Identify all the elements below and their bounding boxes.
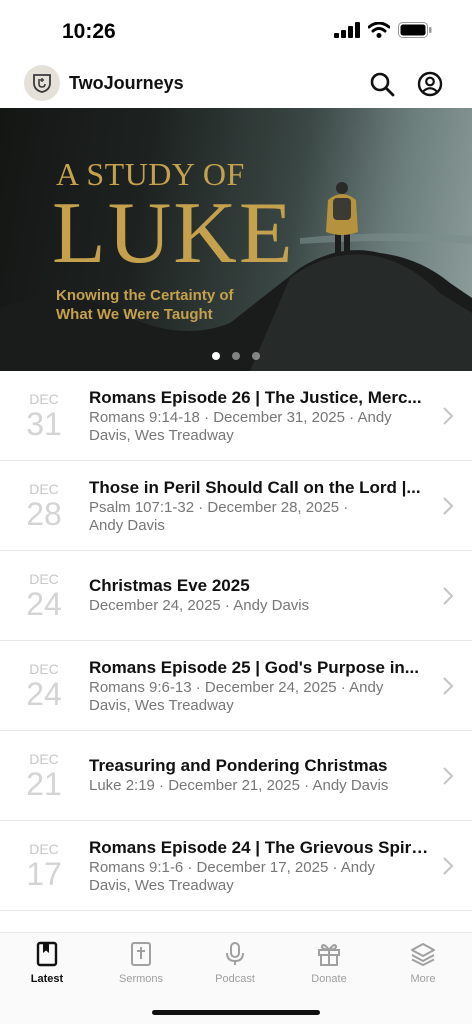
carousel-dot-3[interactable]: [252, 352, 260, 360]
sermon-title: Romans Episode 25 | God's Purpose in...: [89, 658, 419, 677]
sermon-row[interactable]: DEC 31 Romans Episode 26 | The Justice, …: [0, 371, 472, 461]
sermon-subtitle: Romans 9:14-18 · December 31, 2025 · And…: [89, 409, 392, 444]
tab-label: Latest: [30, 973, 64, 985]
tab-label: Donate: [311, 973, 347, 985]
sermon-subtitle: December 24, 2025 · Andy Davis: [89, 597, 310, 614]
cellular-signal-icon: [334, 22, 360, 38]
sermon-title: Romans Episode 26 | The Justice, Merc...: [89, 388, 422, 407]
date-month: DEC: [29, 751, 59, 767]
date-month: DEC: [29, 661, 59, 677]
sermon-subtitle: Romans 9:1-6 · December 17, 2025 · Andy …: [89, 859, 375, 894]
date-day: 28: [26, 496, 62, 532]
tab-label: More: [410, 973, 436, 985]
chevron-right-icon: [443, 857, 454, 875]
sermon-row[interactable]: DEC 28 Those in Peril Should Call on the…: [0, 461, 472, 551]
date-day: 31: [26, 406, 62, 442]
chevron-right-icon: [443, 587, 454, 605]
hero-title-line2: LUKE: [52, 185, 295, 282]
app-title: TwoJourneys: [69, 73, 184, 93]
sermon-title: Christmas Eve 2025: [89, 576, 250, 595]
status-icons: [334, 22, 432, 38]
hiker-figure: [326, 182, 358, 254]
chevron-right-icon: [443, 407, 454, 425]
status-bar: 10:26: [0, 0, 472, 60]
shield-logo-icon[interactable]: [24, 65, 60, 101]
battery-icon: [398, 22, 432, 38]
tab-podcast[interactable]: Podcast: [188, 941, 282, 1001]
date-day: 17: [26, 856, 62, 892]
sermon-subtitle: Psalm 107:1-32 · December 28, 2025 · And…: [89, 499, 349, 534]
sermon-row[interactable]: DEC 21 Treasuring and Pondering Christma…: [0, 731, 472, 821]
date-month: DEC: [29, 481, 59, 497]
sermon-row[interactable]: DEC 17 Romans Episode 24 | The Grievous …: [0, 821, 472, 911]
chevron-right-icon: [443, 767, 454, 785]
home-indicator[interactable]: [152, 1010, 320, 1015]
tab-label: Podcast: [215, 973, 255, 985]
sermon-title: Those in Peril Should Call on the Lord |…: [89, 478, 421, 497]
carousel-dot-2[interactable]: [232, 352, 240, 360]
date-month: DEC: [29, 841, 59, 857]
gift-icon: [318, 944, 340, 966]
carousel-page-indicator[interactable]: [0, 352, 472, 360]
status-time: 10:26: [62, 20, 116, 43]
layers-icon: [411, 943, 435, 966]
tab-donate[interactable]: Donate: [282, 941, 376, 1001]
date-month: DEC: [29, 391, 59, 407]
carousel-dot-1[interactable]: [212, 352, 220, 360]
book-icon: [36, 941, 58, 967]
sermon-title: Romans Episode 24 | The Grievous Spiri..…: [89, 838, 429, 857]
hero-subtitle-line2: What We Were Taught: [56, 306, 213, 323]
date-month: DEC: [29, 571, 59, 587]
hero-subtitle-line1: Knowing the Certainty of: [56, 287, 234, 304]
sermon-subtitle: Luke 2:19 · December 21, 2025 · Andy Dav…: [89, 777, 389, 794]
sermon-title: Treasuring and Pondering Christmas: [89, 756, 388, 775]
featured-series-banner[interactable]: A STUDY OF LUKE Knowing the Certainty of…: [0, 108, 472, 371]
sermon-subtitle: Romans 9:6-13 · December 24, 2025 · Andy…: [89, 679, 384, 714]
sermon-row[interactable]: DEC 24 Christmas Eve 2025 December 24, 2…: [0, 551, 472, 641]
profile-icon[interactable]: [417, 71, 443, 97]
app-header: TwoJourneys: [0, 60, 472, 108]
search-icon[interactable]: [369, 71, 395, 97]
sermon-list: DEC 31 Romans Episode 26 | The Justice, …: [0, 371, 472, 911]
chevron-right-icon: [443, 497, 454, 515]
date-day: 21: [26, 766, 62, 802]
wifi-icon: [368, 22, 390, 38]
tab-more[interactable]: More: [376, 941, 470, 1001]
date-day: 24: [26, 676, 62, 712]
bible-icon: [131, 942, 151, 966]
chevron-right-icon: [443, 677, 454, 695]
tab-sermons[interactable]: Sermons: [94, 941, 188, 1001]
microphone-icon: [226, 942, 244, 965]
date-day: 24: [26, 586, 62, 622]
hero-subtitle: Knowing the Certainty of What We Were Ta…: [56, 286, 316, 324]
sermon-row[interactable]: DEC 24 Romans Episode 25 | God's Purpose…: [0, 641, 472, 731]
tab-latest[interactable]: Latest: [0, 941, 94, 1001]
tab-label: Sermons: [118, 973, 164, 985]
